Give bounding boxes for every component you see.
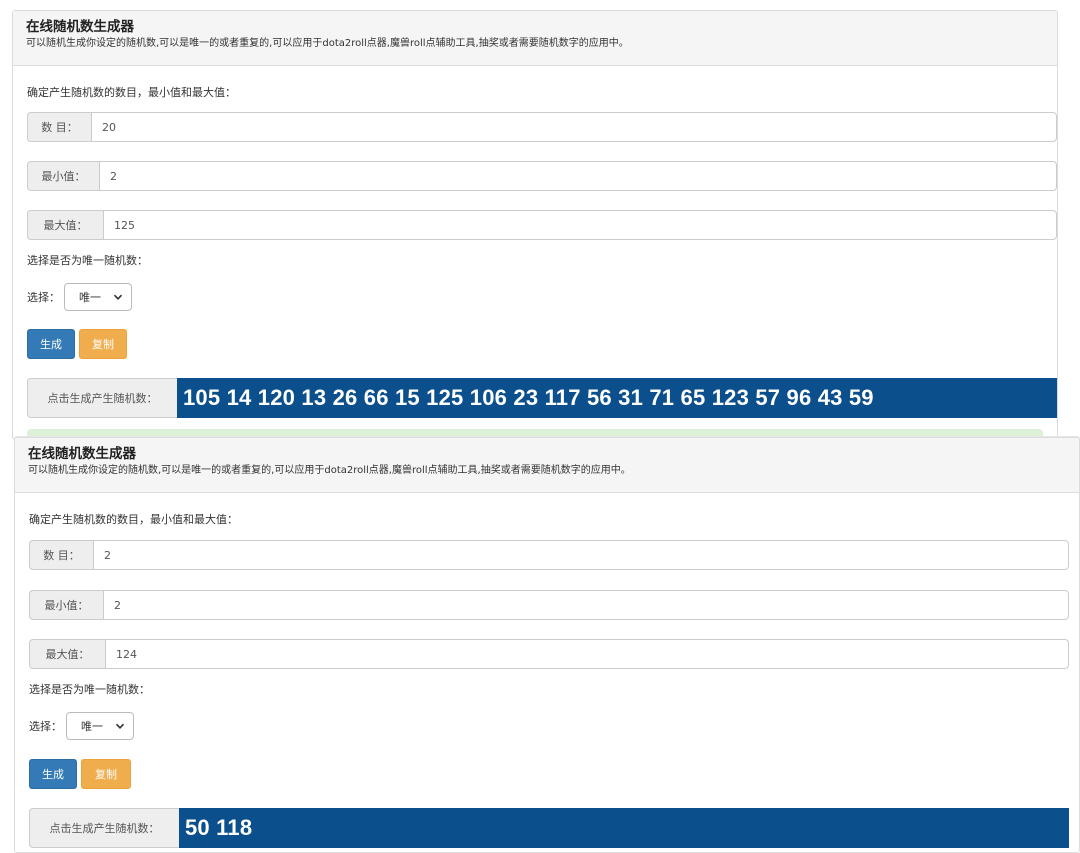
max-input-group: 最大值： 124 — [29, 639, 1069, 669]
page-description: 可以随机生成你设定的随机数,可以是唯一的或者重复的,可以应用于dota2roll… — [28, 465, 631, 476]
min-input[interactable]: 2 — [99, 161, 1057, 191]
max-input[interactable]: 125 — [103, 210, 1057, 240]
generate-button[interactable]: 生成 — [27, 329, 75, 359]
max-label: 最大值： — [29, 639, 105, 669]
chevron-down-icon — [113, 294, 123, 300]
range-prompt: 确定产生随机数的数目，最小值和最大值： — [29, 513, 238, 526]
page-title: 在线随机数生成器 — [28, 446, 136, 462]
min-input-group: 最小值： 2 — [29, 590, 1069, 620]
random-generator-panel: 在线随机数生成器 可以随机生成你设定的随机数,可以是唯一的或者重复的,可以应用于… — [14, 437, 1080, 853]
result-group: 点击生成产生随机数： 50 118 — [29, 808, 1069, 848]
generate-button[interactable]: 生成 — [29, 759, 77, 789]
min-label: 最小值： — [29, 590, 103, 620]
count-input[interactable]: 2 — [93, 540, 1069, 570]
count-label: 数 目： — [27, 112, 91, 142]
min-label: 最小值： — [27, 161, 99, 191]
page-description: 可以随机生成你设定的随机数,可以是唯一的或者重复的,可以应用于dota2roll… — [26, 38, 629, 49]
range-prompt: 确定产生随机数的数目，最小值和最大值： — [27, 86, 236, 99]
result-label: 点击生成产生随机数： — [29, 808, 179, 848]
panel-heading: 在线随机数生成器 可以随机生成你设定的随机数,可以是唯一的或者重复的,可以应用于… — [13, 11, 1057, 66]
unique-select-row: 选择： 唯一 — [29, 711, 134, 741]
copy-button[interactable]: 复制 — [81, 759, 131, 789]
result-output: 50 118 — [179, 808, 1069, 848]
panel-heading: 在线随机数生成器 可以随机生成你设定的随机数,可以是唯一的或者重复的,可以应用于… — [15, 438, 1079, 493]
unique-prompt: 选择是否为唯一随机数： — [29, 683, 150, 696]
min-input-group: 最小值： 2 — [27, 161, 1057, 191]
select-value: 唯一 — [81, 720, 103, 733]
select-label: 选择： — [29, 720, 62, 733]
result-output: 105 14 120 13 26 66 15 125 106 23 117 56… — [177, 378, 1057, 418]
count-label: 数 目： — [29, 540, 93, 570]
select-label: 选择： — [27, 291, 60, 304]
copy-button[interactable]: 复制 — [79, 329, 127, 359]
unique-select-row: 选择： 唯一 — [27, 282, 132, 312]
page-title: 在线随机数生成器 — [26, 19, 134, 35]
random-generator-panel: 在线随机数生成器 可以随机生成你设定的随机数,可以是唯一的或者重复的,可以应用于… — [12, 10, 1058, 440]
select-value: 唯一 — [79, 291, 101, 304]
unique-select[interactable]: 唯一 — [66, 712, 134, 740]
min-input[interactable]: 2 — [103, 590, 1069, 620]
count-input-group: 数 目： 2 — [29, 540, 1069, 570]
chevron-down-icon — [115, 723, 125, 729]
count-input[interactable]: 20 — [91, 112, 1057, 142]
max-input-group: 最大值： 125 — [27, 210, 1057, 240]
max-input[interactable]: 124 — [105, 639, 1069, 669]
result-group: 点击生成产生随机数： 105 14 120 13 26 66 15 125 10… — [27, 378, 1057, 418]
unique-select[interactable]: 唯一 — [64, 283, 132, 311]
unique-prompt: 选择是否为唯一随机数： — [27, 254, 148, 267]
max-label: 最大值： — [27, 210, 103, 240]
count-input-group: 数 目： 20 — [27, 112, 1057, 142]
result-label: 点击生成产生随机数： — [27, 378, 177, 418]
